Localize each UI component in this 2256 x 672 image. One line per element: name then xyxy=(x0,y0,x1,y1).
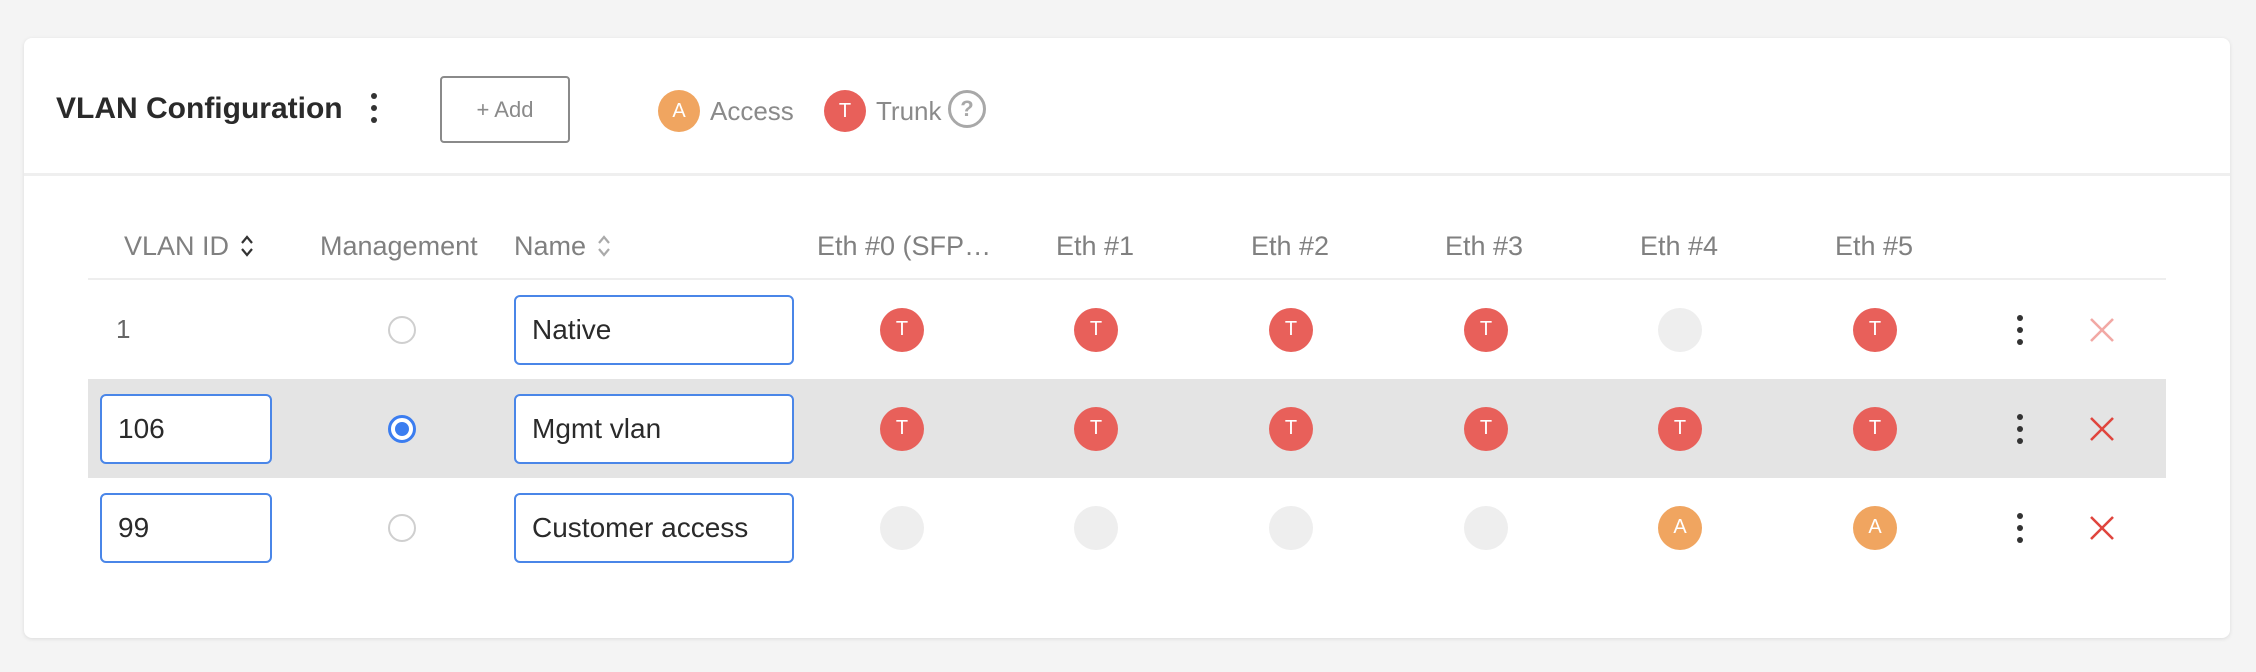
port-cell-eth-2: T xyxy=(1269,379,1313,478)
management-cell xyxy=(320,379,484,478)
row-more-icon[interactable] xyxy=(2002,504,2038,552)
port-cell-eth-4 xyxy=(1658,280,1702,379)
port-cell-eth-4: T xyxy=(1658,379,1702,478)
port-cell-eth-5: T xyxy=(1853,280,1897,379)
port-mode-trunk-icon[interactable]: T xyxy=(1269,307,1313,352)
port-cell-eth-3: T xyxy=(1464,280,1508,379)
name-cell xyxy=(514,478,794,577)
legend-trunk: T Trunk xyxy=(824,90,942,132)
port-cell-eth-3 xyxy=(1464,478,1508,577)
vlan-id-cell xyxy=(88,478,272,577)
legend-access-label: Access xyxy=(710,95,794,126)
row-more-icon[interactable] xyxy=(2002,405,2038,453)
vlan-id-input[interactable] xyxy=(100,492,272,563)
port-mode-trunk-icon[interactable]: T xyxy=(880,307,924,352)
title-more-icon[interactable] xyxy=(356,84,392,132)
vlan-name-input[interactable] xyxy=(514,492,794,563)
column-header-eth-5: Eth #5 xyxy=(1835,230,1914,261)
port-cell-eth-5: A xyxy=(1853,478,1897,577)
vlan-id-text: 1 xyxy=(116,314,131,344)
port-mode-trunk-icon[interactable]: T xyxy=(1853,406,1897,451)
port-mode-empty-icon[interactable] xyxy=(1269,505,1313,550)
table-row[interactable]: TTTTTT xyxy=(88,379,2166,478)
port-mode-trunk-icon[interactable]: T xyxy=(1269,406,1313,451)
row-actions-cell xyxy=(2000,280,2040,379)
column-header-management: Management xyxy=(320,230,478,261)
card-header: VLAN Configuration + Add A Access T Trun… xyxy=(24,38,2230,176)
port-cell-eth-2: T xyxy=(1269,280,1313,379)
port-mode-trunk-icon[interactable]: T xyxy=(1074,307,1118,352)
delete-cell xyxy=(2082,379,2122,478)
management-radio[interactable] xyxy=(388,513,416,542)
delete-cell xyxy=(2082,280,2122,379)
port-mode-empty-icon[interactable] xyxy=(1658,307,1702,352)
port-mode-trunk-icon[interactable]: T xyxy=(1658,406,1702,451)
port-mode-trunk-icon[interactable]: T xyxy=(1464,406,1508,451)
port-cell-eth-0: T xyxy=(880,280,924,379)
table-row[interactable]: 1 T T T T T xyxy=(88,280,2166,379)
vlan-name-input[interactable] xyxy=(514,294,794,365)
port-cell-eth-1: T xyxy=(1074,379,1118,478)
port-mode-access-icon[interactable]: A xyxy=(1658,505,1702,550)
vlan-table: VLAN ID Management Name Eth #0 (SFP… Eth… xyxy=(88,212,2166,577)
vlan-id-cell xyxy=(88,379,272,478)
port-mode-access-icon[interactable]: A xyxy=(1853,505,1897,550)
port-cell-eth-3: T xyxy=(1464,379,1508,478)
trunk-badge-icon: T xyxy=(824,90,866,132)
sort-icon[interactable] xyxy=(239,231,255,261)
management-radio[interactable] xyxy=(388,414,416,443)
vlan-name-input[interactable] xyxy=(514,393,794,464)
port-cell-eth-5: T xyxy=(1853,379,1897,478)
row-actions-cell xyxy=(2000,379,2040,478)
port-mode-trunk-icon[interactable]: T xyxy=(1074,406,1118,451)
row-actions-cell xyxy=(2000,478,2040,577)
port-mode-trunk-icon[interactable]: T xyxy=(1464,307,1508,352)
vlan-id-input[interactable] xyxy=(100,393,272,464)
table-body: 1TTTTTTTTTTTAA xyxy=(88,280,2166,577)
port-cell-eth-1 xyxy=(1074,478,1118,577)
delete-cell xyxy=(2082,478,2122,577)
page-title: VLAN Configuration xyxy=(56,92,343,125)
access-badge-icon: A xyxy=(658,90,700,132)
add-vlan-button[interactable]: + Add xyxy=(440,76,570,143)
port-cell-eth-0 xyxy=(880,478,924,577)
row-more-icon[interactable] xyxy=(2002,306,2038,354)
column-header-eth-3: Eth #3 xyxy=(1445,230,1524,261)
port-mode-empty-icon[interactable] xyxy=(1464,505,1508,550)
delete-icon[interactable] xyxy=(2087,315,2117,345)
column-header-eth-2: Eth #2 xyxy=(1251,230,1330,261)
column-label: Name xyxy=(514,230,587,261)
column-label: VLAN ID xyxy=(124,230,230,261)
port-cell-eth-0: T xyxy=(880,379,924,478)
port-cell-eth-4: A xyxy=(1658,478,1702,577)
management-radio[interactable] xyxy=(388,315,416,344)
delete-icon[interactable] xyxy=(2087,414,2117,444)
column-header-eth-4: Eth #4 xyxy=(1640,230,1719,261)
column-header-eth-0: Eth #0 (SFP… xyxy=(817,230,992,261)
column-header-name: Name xyxy=(514,212,612,280)
table-row[interactable]: AA xyxy=(88,478,2166,577)
column-header-eth-1: Eth #1 xyxy=(1056,230,1135,261)
port-cell-eth-2 xyxy=(1269,478,1313,577)
legend-trunk-label: Trunk xyxy=(876,95,942,126)
port-mode-empty-icon[interactable] xyxy=(1074,505,1118,550)
management-cell xyxy=(320,478,484,577)
vlan-config-card: VLAN Configuration + Add A Access T Trun… xyxy=(24,38,2230,638)
name-cell xyxy=(514,379,794,478)
port-mode-empty-icon[interactable] xyxy=(880,505,924,550)
legend-access: A Access xyxy=(658,90,794,132)
column-header-vlan-id: VLAN ID xyxy=(124,212,255,280)
port-mode-trunk-icon[interactable]: T xyxy=(1853,307,1897,352)
management-cell xyxy=(320,280,484,379)
port-cell-eth-1: T xyxy=(1074,280,1118,379)
help-icon[interactable]: ? xyxy=(948,90,986,128)
name-cell xyxy=(514,280,794,379)
port-mode-trunk-icon[interactable]: T xyxy=(880,406,924,451)
sort-icon[interactable] xyxy=(596,231,612,261)
vlan-id-cell: 1 xyxy=(88,280,130,379)
table-header: VLAN ID Management Name Eth #0 (SFP… Eth… xyxy=(88,212,2166,280)
delete-icon[interactable] xyxy=(2087,513,2117,543)
